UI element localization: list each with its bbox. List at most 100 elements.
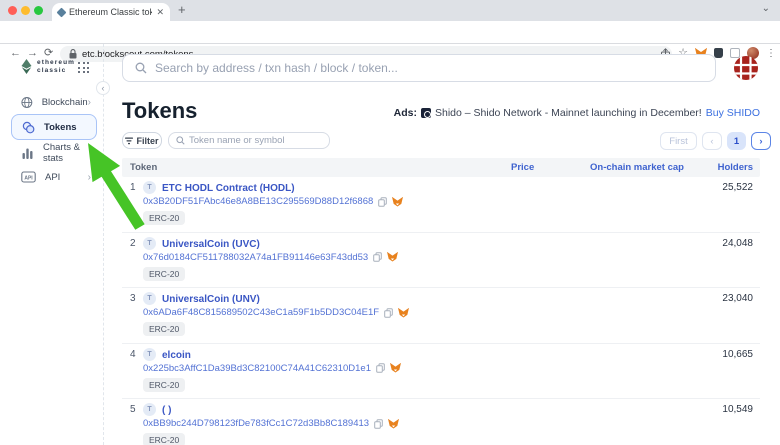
window-zoom-button[interactable] (34, 6, 43, 15)
row-index: 4 (130, 349, 136, 360)
metamask-fox-icon[interactable] (390, 363, 401, 373)
table-row: 2 T UniversalCoin (UVC) 0x76d0184CF51178… (122, 233, 760, 289)
holders-count: 10,665 (722, 349, 753, 360)
browser-toolbar: ← → ⟳ ⌂ etc.blockscout.com/tokens ☆ (0, 21, 780, 44)
token-avatar: T (143, 403, 156, 416)
holders-count: 24,048 (722, 238, 753, 249)
column-holders[interactable]: Holders (718, 158, 753, 177)
filter-button[interactable]: Filter (122, 132, 162, 149)
metamask-fox-icon[interactable] (392, 197, 403, 207)
row-index: 5 (130, 404, 136, 415)
holders-count: 25,522 (722, 182, 753, 193)
column-market-cap[interactable]: On-chain market cap (590, 158, 684, 177)
token-name-link[interactable]: UniversalCoin (UNV) (162, 294, 260, 305)
sidebar-item-api[interactable]: API API › (11, 165, 97, 189)
sidebar-item-label: Blockchain (42, 97, 88, 108)
metamask-fox-icon[interactable] (398, 308, 409, 318)
token-search-input[interactable] (189, 135, 329, 146)
filter-button-label: Filter (136, 136, 158, 146)
copy-icon[interactable] (373, 252, 382, 262)
globe-icon (21, 96, 33, 109)
token-address-link[interactable]: 0x76d0184CF511788032A74a1FB91146e63F43dd… (143, 252, 368, 263)
sidebar-item-label: Tokens (44, 122, 90, 133)
pagination-first-button[interactable]: First (660, 132, 697, 150)
row-index: 1 (130, 182, 136, 193)
sidebar-item-blockchain[interactable]: Blockchain › (11, 90, 97, 114)
lock-icon (69, 49, 77, 59)
bar-chart-icon (21, 147, 34, 160)
copy-icon[interactable] (374, 419, 383, 429)
token-address-link[interactable]: 0x3B20DF51FAbc46e8A8BE13C295569D88D12f68… (143, 196, 373, 207)
token-name-link[interactable]: elcoin (162, 350, 191, 361)
forward-icon[interactable]: → (27, 48, 38, 59)
token-address-link[interactable]: 0x225bc3AffC1Da39Bd3C82100C74A41C62310D1… (143, 363, 371, 374)
pagination-next-button[interactable]: › (751, 132, 771, 150)
ethereum-classic-logo-icon (20, 59, 33, 74)
tokens-coins-icon (22, 121, 35, 134)
token-type-badge: ERC-20 (143, 322, 185, 336)
extension-dark-icon[interactable] (714, 48, 723, 58)
token-search[interactable] (168, 132, 330, 149)
global-search-input[interactable] (155, 61, 715, 75)
token-avatar: T (143, 348, 156, 361)
table-row: 1 T ETC HODL Contract (HODL) 0x3B20DF51F… (122, 177, 760, 233)
column-price[interactable]: Price (511, 158, 534, 177)
browser-tab[interactable]: Ethereum Classic tokens | Blo ✕ (52, 3, 170, 21)
apps-grid-icon[interactable] (78, 62, 90, 74)
tab-title: Ethereum Classic tokens | Blo (69, 7, 152, 17)
copy-icon[interactable] (384, 308, 393, 318)
token-type-badge: ERC-20 (143, 211, 185, 225)
blockscout-logo[interactable]: ethereum classic (20, 59, 75, 74)
table-row: 3 T UniversalCoin (UNV) 0x6ADa6F48C81568… (122, 288, 760, 344)
table-header: Token Price On-chain market cap Holders (122, 158, 760, 177)
network-globe-icon[interactable] (733, 55, 759, 81)
pagination-current-page: 1 (727, 132, 746, 150)
screen: Ethereum Classic tokens | Blo ✕ + ⌄ ← → … (0, 0, 780, 445)
metamask-fox-icon[interactable] (387, 252, 398, 262)
window-close-button[interactable] (8, 6, 17, 15)
svg-text:API: API (24, 175, 33, 181)
sidebar-collapse-button[interactable]: ‹ (96, 81, 110, 95)
browser-menu-icon[interactable]: ⋮ (766, 48, 776, 59)
sidebar-item-label: Charts & stats (43, 142, 91, 164)
token-type-badge: ERC-20 (143, 378, 185, 392)
row-index: 3 (130, 293, 136, 304)
window-minimize-button[interactable] (21, 6, 30, 15)
favicon-etc-icon (57, 7, 67, 17)
token-type-badge: ERC-20 (143, 433, 185, 445)
sidebar-item-tokens[interactable]: Tokens (11, 114, 97, 140)
column-token: Token (130, 158, 157, 177)
holders-count: 23,040 (722, 293, 753, 304)
token-address-link[interactable]: 0xBB9bc244D798123fDe783fCc1C72d3Bb8C1894… (143, 418, 369, 429)
back-icon[interactable]: ← (10, 48, 21, 59)
token-address-link[interactable]: 0x6ADa6F48C815689502C43eC1a59F1b5DD3C04E… (143, 307, 379, 318)
filter-funnel-icon (125, 137, 133, 145)
logo-text-line2: classic (37, 67, 75, 75)
global-search[interactable] (122, 54, 716, 82)
new-tab-button[interactable]: + (178, 2, 186, 17)
token-name-link[interactable]: ETC HODL Contract (HODL) (162, 183, 295, 194)
token-avatar: T (143, 181, 156, 194)
table-row: 5 T ( ) 0xBB9bc244D798123fDe783fCc1C72d3… (122, 399, 760, 445)
chevron-down-icon[interactable]: ⌄ (762, 3, 770, 14)
row-index: 2 (130, 238, 136, 249)
token-name-link[interactable]: ( ) (162, 405, 171, 416)
copy-icon[interactable] (376, 363, 385, 373)
reload-icon[interactable]: ⟳ (44, 48, 53, 59)
pagination-prev-button[interactable]: ‹ (702, 132, 722, 150)
metamask-fox-icon[interactable] (388, 419, 399, 429)
sidebar-item-charts-stats[interactable]: Charts & stats (11, 141, 97, 165)
holders-count: 10,549 (722, 404, 753, 415)
sidebar-divider (103, 44, 104, 445)
search-icon (135, 62, 147, 74)
ads-cta-link[interactable]: Buy SHIDO (706, 107, 760, 119)
ads-text: Shido – Shido Network - Mainnet launchin… (435, 107, 702, 119)
chevron-right-icon: › (88, 172, 91, 183)
ads-banner: Ads: Shido – Shido Network - Mainnet lau… (394, 107, 760, 119)
token-type-badge: ERC-20 (143, 267, 185, 281)
tab-close-icon[interactable]: ✕ (156, 7, 164, 18)
token-rows: 1 T ETC HODL Contract (HODL) 0x3B20DF51F… (122, 177, 760, 445)
token-name-link[interactable]: UniversalCoin (UVC) (162, 239, 260, 250)
copy-icon[interactable] (378, 197, 387, 207)
token-avatar: T (143, 237, 156, 250)
